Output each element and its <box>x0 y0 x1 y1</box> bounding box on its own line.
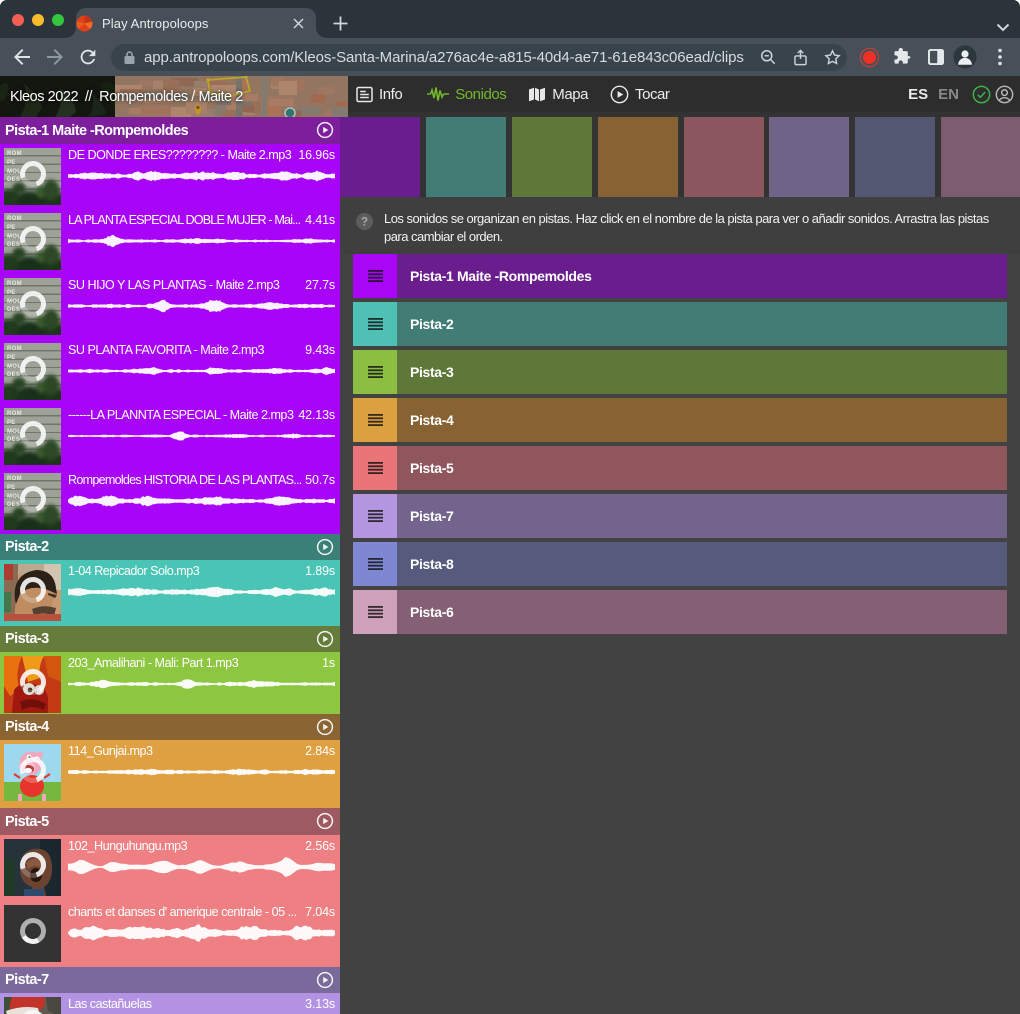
svg-text:?: ? <box>361 214 368 228</box>
